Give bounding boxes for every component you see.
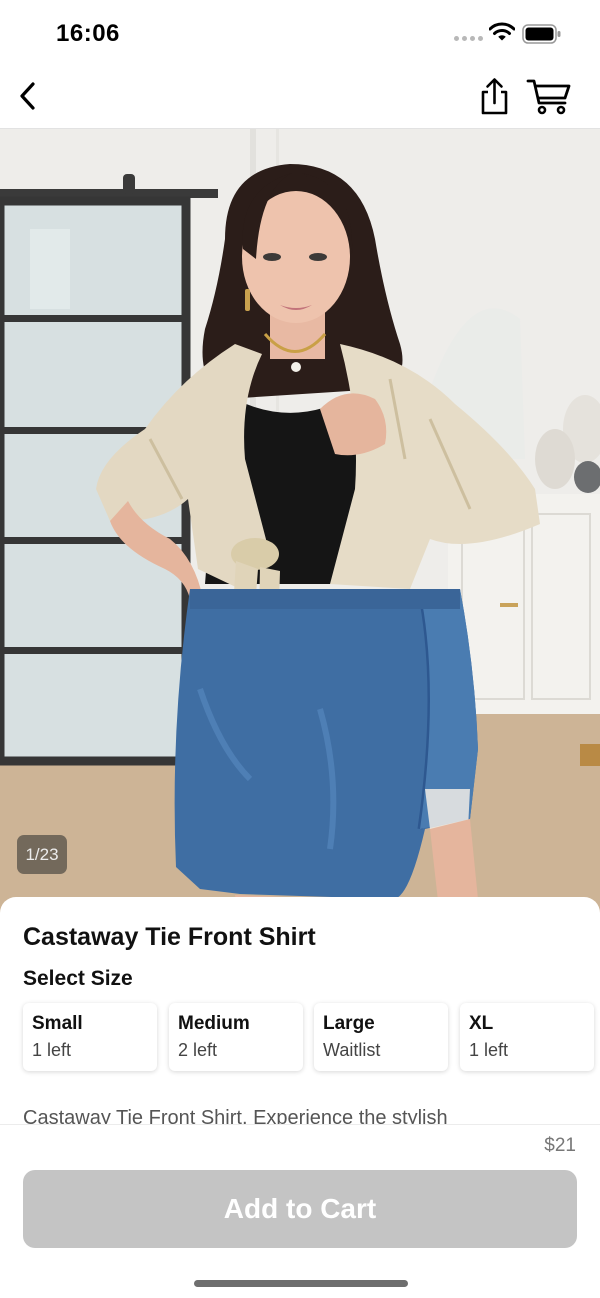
- back-arrow-icon[interactable]: [12, 78, 48, 114]
- size-stock: 2 left: [178, 1040, 218, 1060]
- image-counter: 1/23: [17, 835, 67, 874]
- size-name: Small: [32, 1013, 83, 1034]
- status-time: 16:06: [56, 20, 120, 47]
- wifi-icon: [489, 22, 515, 41]
- product-details-sheet: Castaway Tie Front Shirt Select Size Sma…: [0, 897, 600, 1127]
- home-indicator[interactable]: [194, 1280, 408, 1287]
- size-option-xl[interactable]: XL 1 left: [460, 1003, 594, 1071]
- battery-icon: [522, 24, 561, 44]
- size-option-medium[interactable]: Medium 2 left: [169, 1003, 303, 1071]
- size-option-small[interactable]: Small 1 left: [23, 1003, 157, 1071]
- product-photo: [0, 129, 600, 919]
- product-image[interactable]: [0, 129, 600, 919]
- size-stock: Waitlist: [323, 1040, 381, 1060]
- signal-icon: [454, 36, 483, 41]
- share-icon[interactable]: [474, 76, 514, 116]
- product-title: Castaway Tie Front Shirt: [23, 923, 316, 951]
- purchase-bar: $21 Add to Cart: [0, 1124, 600, 1298]
- select-size-label: Select Size: [23, 967, 133, 990]
- status-bar: 16:06: [0, 0, 600, 66]
- size-name: Medium: [178, 1013, 250, 1034]
- price: $21: [544, 1135, 576, 1156]
- size-stock: 1 left: [32, 1040, 72, 1060]
- nav-bar: [0, 66, 600, 129]
- add-to-cart-button[interactable]: Add to Cart: [23, 1170, 577, 1248]
- size-stock: 1 left: [469, 1040, 509, 1060]
- size-name: Large: [323, 1013, 375, 1034]
- cart-icon[interactable]: [526, 76, 572, 116]
- size-option-large[interactable]: Large Waitlist: [314, 1003, 448, 1071]
- size-name: XL: [469, 1013, 494, 1034]
